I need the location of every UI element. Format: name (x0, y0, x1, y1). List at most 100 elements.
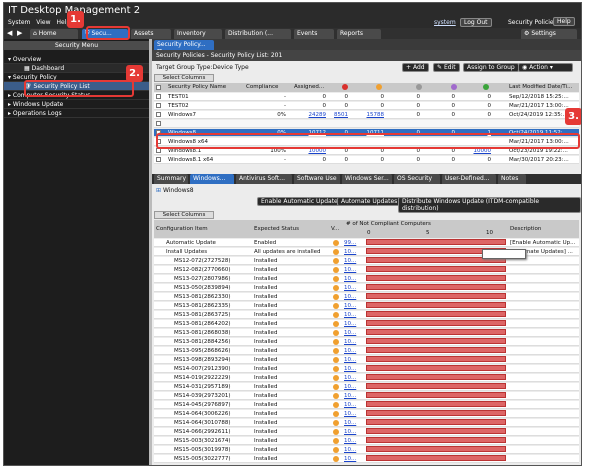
detail-count-link[interactable]: 10... (344, 375, 356, 381)
detail-count-link[interactable]: 10... (344, 258, 356, 264)
select-all-checkbox[interactable] (156, 85, 161, 90)
subtab-1[interactable]: Windows... (190, 174, 234, 184)
detail-row[interactable]: MS13-050(2839894) Installed 10... (154, 284, 579, 292)
detail-row[interactable]: MS14-031(2957189) Installed 10... (154, 383, 579, 391)
help-button[interactable]: Help (553, 17, 575, 26)
detail-count-link[interactable]: 10... (344, 249, 356, 255)
detail-count-link[interactable]: 10... (344, 456, 356, 462)
cell-assigned[interactable]: 24289 (294, 112, 327, 118)
detail-row[interactable]: MS15-005(3022777) Installed 10... (154, 455, 579, 463)
tab-reports[interactable]: Reports (337, 29, 381, 39)
sidebar-item-operations-logs[interactable]: ▸ Operations Logs (4, 109, 149, 118)
detail-count-link[interactable]: 10... (344, 420, 356, 426)
col-compliance[interactable]: Compliance (246, 84, 278, 90)
detail-count-link[interactable]: 10... (344, 393, 356, 399)
logout-button[interactable]: Log Out (460, 18, 492, 27)
col-v[interactable]: V... (331, 226, 339, 232)
detail-row[interactable]: MS13-081(2864202) Installed 10... (154, 320, 579, 328)
detail-row[interactable]: MS15-003(3021674) Installed 10... (154, 437, 579, 445)
detail-count-link[interactable]: 10... (344, 339, 356, 345)
detail-count-link[interactable]: 10... (344, 384, 356, 390)
table-row[interactable]: Windows7 0% 24289 8501 15788 0 0 0 Oct/24/2019 1… (154, 111, 579, 119)
cell-c1[interactable]: 8501 (330, 112, 348, 118)
sidebar-item-windows-update[interactable]: ▸ Windows Update (4, 100, 149, 109)
subtab-3[interactable]: Software Use (294, 174, 340, 184)
subtab-4[interactable]: Windows Ser... (342, 174, 392, 184)
detail-count-link[interactable]: 10... (344, 267, 356, 273)
back-icon[interactable]: ◀ (7, 29, 12, 37)
sidebar-item-overview[interactable]: ▾ Overview (4, 55, 149, 64)
detail-count-link[interactable]: 10... (344, 285, 356, 291)
select-columns-button[interactable]: Select Columns (154, 74, 214, 82)
detail-row[interactable]: MS12-082(2770660) Installed 10... (154, 266, 579, 274)
distribute-windows-update-button[interactable]: Distribute Windows Update (ITDM-compatib… (398, 197, 581, 213)
table-row[interactable]: Windows8.1 x64 - 0 0 0 0 0 0 Mar/30/2017 20:23:.… (154, 156, 579, 164)
detail-row[interactable]: MS13-081(2862330) Installed 10... (154, 293, 579, 301)
assign-to-group-button[interactable]: Assign to Group (463, 63, 519, 72)
detail-count-link[interactable]: 10... (344, 312, 356, 318)
user-link[interactable]: system (434, 19, 456, 26)
subtab-0[interactable]: Summary (154, 174, 188, 184)
row-checkbox[interactable] (156, 121, 161, 126)
detail-row[interactable]: MS13-095(2868626) Installed 10... (154, 347, 579, 355)
enable-automatic-update-button[interactable]: Enable Automatic Update (257, 197, 342, 206)
detail-row[interactable]: MS14-007(2912390) Installed 10... (154, 365, 579, 373)
detail-count-link[interactable]: 10... (344, 447, 356, 453)
col-last-modified[interactable]: Last Modified Date/Ti... (509, 84, 572, 90)
subtab-7[interactable]: Notes (498, 174, 526, 184)
detail-count-link[interactable]: 10... (344, 366, 356, 372)
detail-count-link[interactable]: 10... (344, 348, 356, 354)
col-not-compliant[interactable]: # of Not Compliant Computers (346, 221, 431, 227)
col-assigned[interactable]: Assigned... (294, 84, 324, 90)
detail-row[interactable]: MS13-081(2862335) Installed 10... (154, 302, 579, 310)
detail-count-link[interactable]: 10... (344, 276, 356, 282)
tab-assets[interactable]: Assets (131, 29, 171, 39)
detail-row[interactable]: MS14-064(3010788) Installed 10... (154, 419, 579, 427)
edit-button[interactable]: ✎ Edit (433, 63, 460, 72)
col-expected-status[interactable]: Expected Status (254, 226, 299, 232)
detail-count-link[interactable]: 10... (344, 294, 356, 300)
tab-distribution[interactable]: Distribution (... (225, 29, 291, 39)
subtab-2[interactable]: Antivirus Soft... (236, 174, 292, 184)
subtab-5[interactable]: OS Security (394, 174, 440, 184)
menu-view[interactable]: View (36, 19, 50, 26)
detail-count-link[interactable]: 10... (344, 429, 356, 435)
action-menu-button[interactable]: ◉ Action ▾ (518, 63, 573, 72)
detail-row[interactable]: MS13-081(2884256) Installed 10... (154, 338, 579, 346)
tab-inventory[interactable]: Inventory (174, 29, 222, 39)
detail-count-link[interactable]: 10... (344, 330, 356, 336)
detail-row[interactable]: MS14-019(2922229) Installed 10... (154, 374, 579, 382)
detail-count-link[interactable]: 10... (344, 303, 356, 309)
col-configuration-item[interactable]: Configuration Item (156, 226, 208, 232)
detail-row[interactable]: MS14-045(2976897) Installed 10... (154, 401, 579, 409)
cell-c2[interactable]: 15788 (364, 112, 385, 118)
add-button[interactable]: + Add (402, 63, 429, 72)
tab-settings[interactable]: ⚙ Settings (521, 29, 577, 39)
detail-select-columns-button[interactable]: Select Columns (154, 211, 214, 219)
detail-row[interactable]: MS13-081(2863725) Installed 10... (154, 311, 579, 319)
detail-row[interactable]: MS14-039(2973201) Installed 10... (154, 392, 579, 400)
detail-row[interactable]: MS15-005(3019978) Installed 10... (154, 446, 579, 454)
table-row[interactable] (154, 120, 579, 128)
tab-events[interactable]: Events (294, 29, 334, 39)
table-row[interactable]: TEST01 - 0 0 0 0 0 0 Sep/12/2018 15:25:... (154, 93, 579, 101)
detail-row[interactable]: MS13-027(2807986) Installed 10... (154, 275, 579, 283)
detail-row[interactable]: MS14-066(2992611) Installed 10... (154, 428, 579, 436)
menu-system[interactable]: System (8, 19, 30, 26)
automate-updates-button[interactable]: Automate Updates (337, 197, 402, 206)
detail-row[interactable]: MS13-081(2868038) Installed 10... (154, 329, 579, 337)
forward-icon[interactable]: ▶ (17, 29, 22, 37)
row-checkbox[interactable] (156, 94, 161, 99)
detail-count-link[interactable]: 10... (344, 438, 356, 444)
detail-row[interactable]: MS14-064(3006226) Installed 10... (154, 410, 579, 418)
col-policy-name[interactable]: Security Policy Name (168, 84, 226, 90)
row-checkbox[interactable] (156, 103, 161, 108)
row-checkbox[interactable] (156, 112, 161, 117)
col-description[interactable]: Description (510, 226, 541, 232)
subtab-6[interactable]: User-Defined... (442, 174, 496, 184)
table-row[interactable]: TEST02 - 0 0 0 0 0 0 Mar/21/2017 13:00:... (154, 102, 579, 110)
detail-count-link[interactable]: 10... (344, 402, 356, 408)
detail-row[interactable]: MS13-098(2893294) Installed 10... (154, 356, 579, 364)
row-checkbox[interactable] (156, 157, 161, 162)
detail-row[interactable]: Automatic Update Enabled 99... [Enable Auto… (154, 239, 579, 247)
